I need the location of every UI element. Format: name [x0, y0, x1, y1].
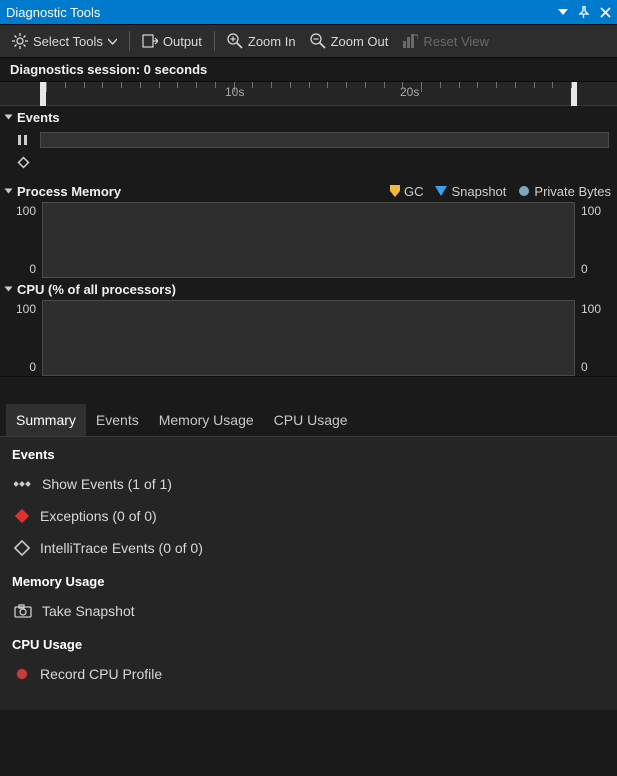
exceptions-link[interactable]: Exceptions (0 of 0): [0, 500, 617, 532]
events-lanes: [0, 128, 617, 180]
record-cpu-button[interactable]: Record CPU Profile: [0, 658, 617, 690]
gc-icon: [390, 185, 400, 197]
axis-right: 1000: [575, 300, 609, 376]
events-lane-break: [14, 130, 609, 150]
collapse-icon: [5, 189, 13, 194]
select-tools-button[interactable]: Select Tools: [6, 29, 123, 53]
cpu-title: CPU (% of all processors): [17, 282, 176, 297]
summary-cpu-header: CPU Usage: [0, 627, 617, 658]
memory-section-header[interactable]: Process Memory GC Snapshot Private Bytes: [0, 180, 617, 202]
zoom-out-button[interactable]: Zoom Out: [304, 29, 395, 53]
take-snapshot-button[interactable]: Take Snapshot: [0, 595, 617, 627]
panel-gap: [0, 376, 617, 404]
dropdown-icon[interactable]: [558, 7, 568, 17]
zoom-in-label: Zoom In: [248, 34, 296, 49]
tab-summary[interactable]: Summary: [6, 404, 86, 436]
zoom-out-label: Zoom Out: [331, 34, 389, 49]
events-icon: [14, 477, 32, 491]
events-lane-intellitrace: [14, 152, 609, 172]
events-title: Events: [17, 110, 60, 125]
diamond-outline-icon: [14, 540, 30, 556]
cpu-section-header[interactable]: CPU (% of all processors): [0, 278, 617, 300]
output-label: Output: [163, 34, 202, 49]
memory-title: Process Memory: [17, 184, 121, 199]
lane-body[interactable]: [40, 154, 609, 170]
collapse-icon: [5, 115, 13, 120]
zoom-in-icon: [227, 33, 243, 49]
circle-icon: [518, 185, 530, 197]
summary-panel: Events Show Events (1 of 1) Exceptions (…: [0, 437, 617, 710]
diamond-icon: [14, 155, 32, 169]
events-section-header[interactable]: Events: [0, 106, 617, 128]
exception-icon: [14, 508, 30, 524]
toolbar: Select Tools Output Zoom In Zoom Out Res…: [0, 24, 617, 58]
zoom-out-icon: [310, 33, 326, 49]
cpu-chart: 1000 1000: [0, 300, 617, 376]
reset-view-label: Reset View: [423, 34, 489, 49]
select-tools-label: Select Tools: [33, 34, 103, 49]
memory-legend: GC Snapshot Private Bytes: [390, 184, 611, 199]
axis-left: 1000: [8, 300, 42, 376]
snapshot-icon: [435, 186, 447, 196]
intellitrace-link[interactable]: IntelliTrace Events (0 of 0): [0, 532, 617, 564]
output-button[interactable]: Output: [136, 29, 208, 53]
record-icon: [14, 666, 30, 682]
tab-memory[interactable]: Memory Usage: [149, 404, 264, 436]
title-bar: Diagnostic Tools: [0, 0, 617, 24]
ruler-tick-label: 20s: [400, 85, 419, 99]
pin-icon[interactable]: [578, 6, 590, 18]
memory-chart: 1000 1000: [0, 202, 617, 278]
chevron-down-icon: [108, 37, 117, 46]
memory-chart-area[interactable]: [42, 202, 575, 278]
zoom-in-button[interactable]: Zoom In: [221, 29, 302, 53]
separator: [129, 31, 130, 51]
break-icon: [14, 133, 32, 147]
cpu-chart-area[interactable]: [42, 300, 575, 376]
separator: [214, 31, 215, 51]
gear-icon: [12, 33, 28, 49]
lane-body[interactable]: [40, 132, 609, 148]
window-controls: [558, 6, 611, 18]
reset-view-icon: [402, 33, 418, 49]
summary-memory-header: Memory Usage: [0, 564, 617, 595]
axis-right: 1000: [575, 202, 609, 278]
collapse-icon: [5, 287, 13, 292]
legend-snapshot: Snapshot: [435, 184, 506, 199]
legend-gc: GC: [390, 184, 424, 199]
session-label: Diagnostics session: 0 seconds: [0, 58, 617, 82]
summary-events-header: Events: [0, 437, 617, 468]
legend-private-bytes: Private Bytes: [518, 184, 611, 199]
timeline-ruler[interactable]: 10s 20s: [0, 82, 617, 106]
close-icon[interactable]: [600, 7, 611, 18]
ruler-tick-label: 10s: [225, 85, 244, 99]
detail-tabs: Summary Events Memory Usage CPU Usage: [0, 404, 617, 437]
camera-icon: [14, 604, 32, 618]
reset-view-button[interactable]: Reset View: [396, 29, 495, 53]
output-icon: [142, 33, 158, 49]
tab-events[interactable]: Events: [86, 404, 149, 436]
show-events-link[interactable]: Show Events (1 of 1): [0, 468, 617, 500]
axis-left: 1000: [8, 202, 42, 278]
tab-cpu[interactable]: CPU Usage: [264, 404, 358, 436]
window-title: Diagnostic Tools: [6, 5, 558, 20]
